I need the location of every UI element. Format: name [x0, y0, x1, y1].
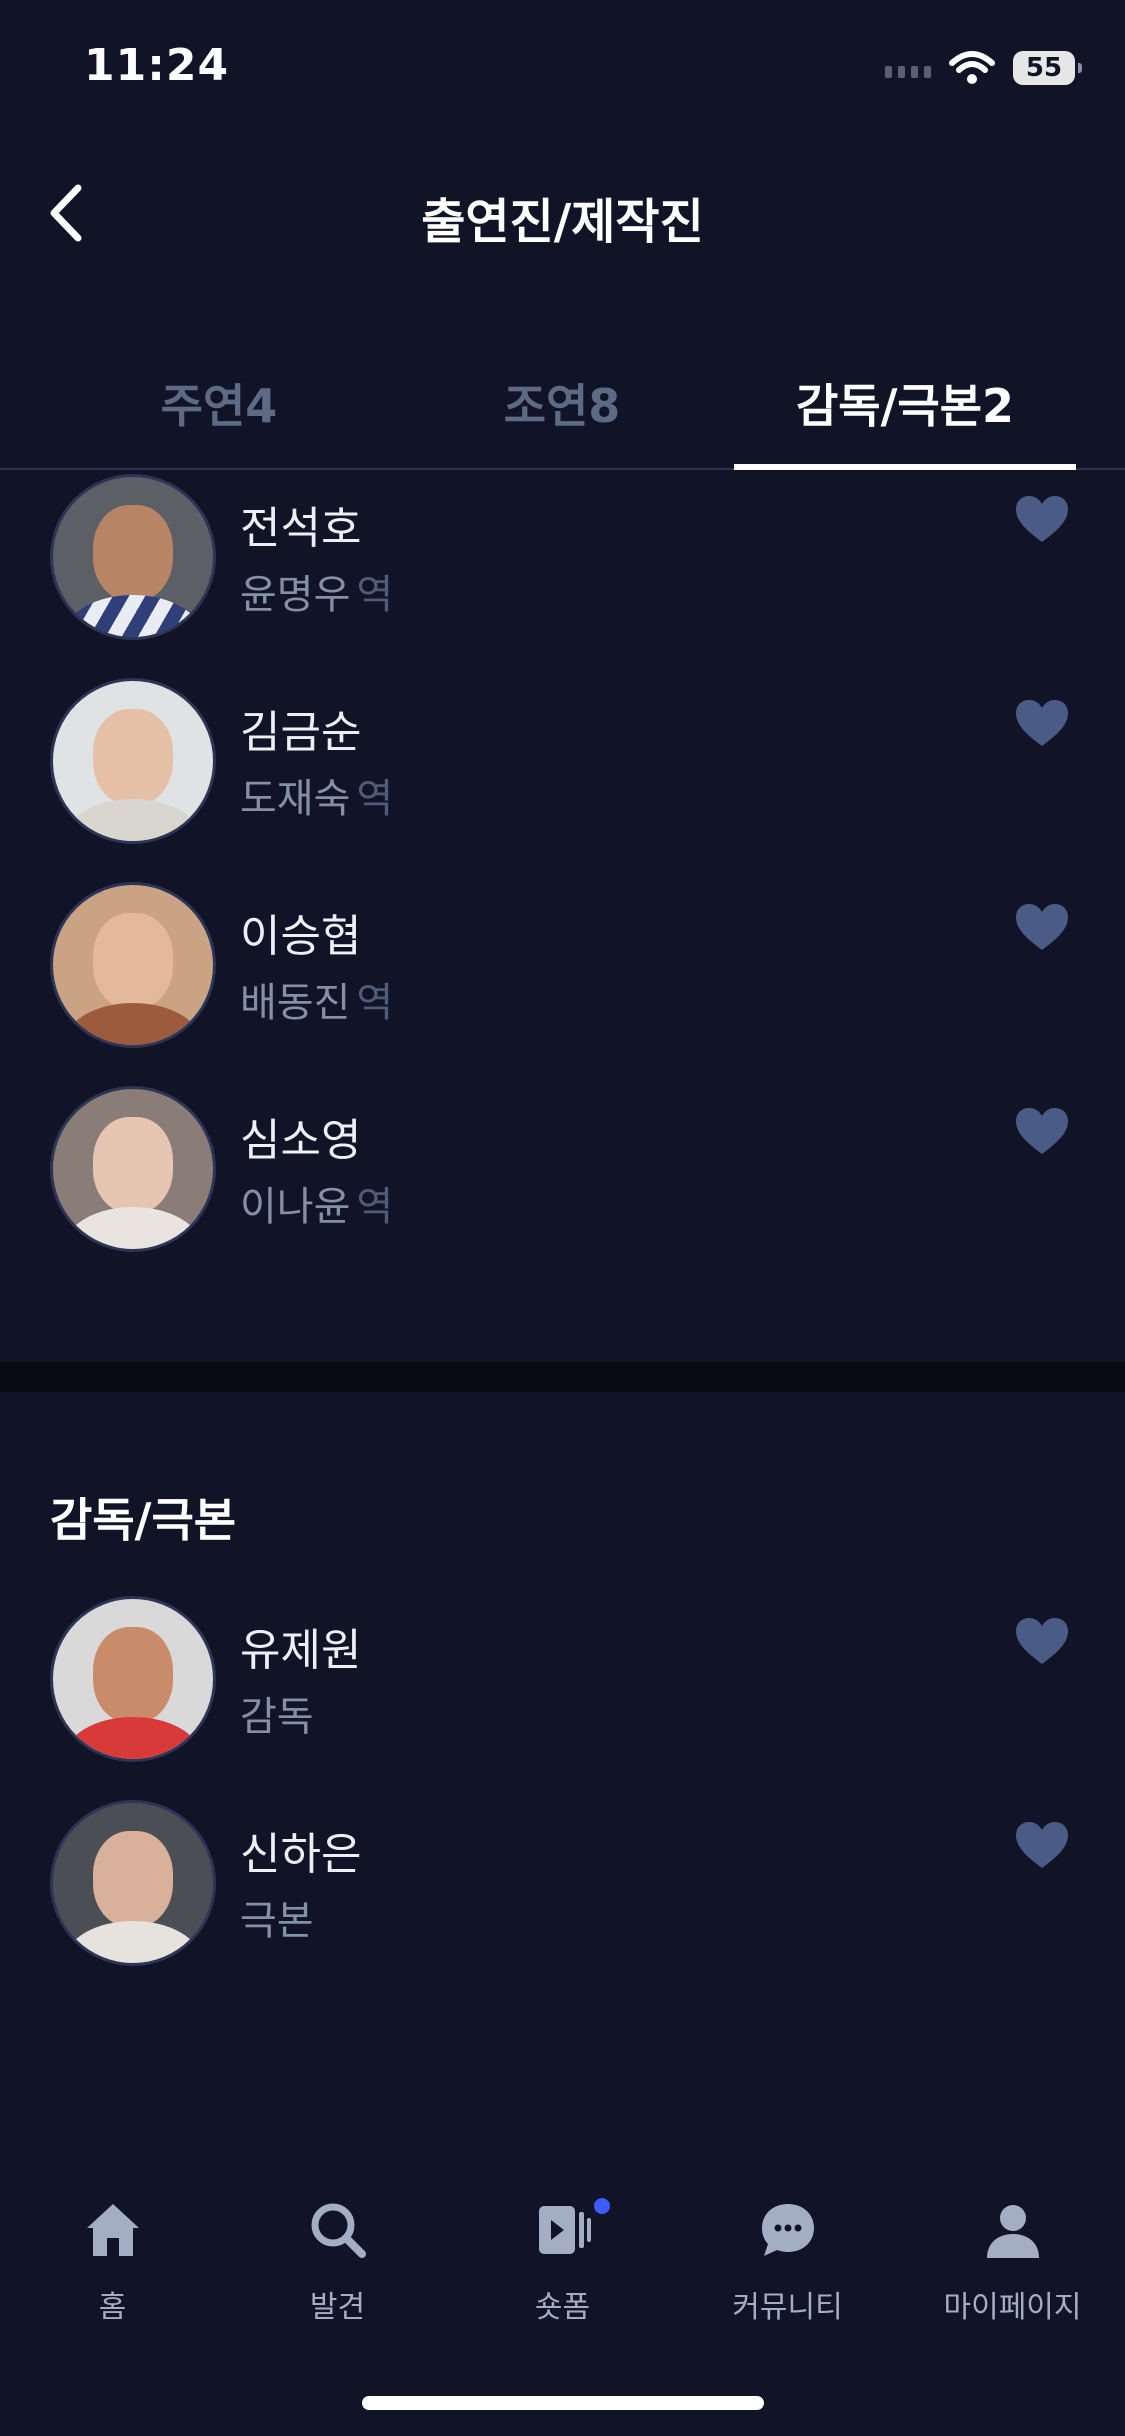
- nav-label: 마이페이지: [943, 2290, 1082, 2325]
- nav-shortform[interactable]: 숏폼: [450, 2198, 675, 2326]
- search-icon: [311, 2203, 366, 2258]
- list-item[interactable]: 김금순 도재숙 역: [0, 678, 1125, 868]
- tab-bar: 주연4 조연8 감독/극본2: [0, 360, 1125, 470]
- person-name: 김금순: [240, 707, 362, 758]
- tab-lead-cast[interactable]: 주연4: [48, 370, 390, 436]
- wifi-icon: [949, 51, 995, 84]
- nav-home[interactable]: 홈: [0, 2198, 225, 2326]
- nav-mypage[interactable]: 마이페이지: [900, 2198, 1125, 2326]
- person-role: 극본: [240, 1898, 314, 1944]
- heart-icon[interactable]: [1014, 698, 1070, 748]
- list-item[interactable]: 신하은 극본: [0, 1800, 1125, 1990]
- avatar: [50, 882, 216, 1048]
- person-role: 배동진 역: [240, 980, 394, 1026]
- person-name: 심소영: [240, 1115, 362, 1166]
- signal-icon: [885, 58, 931, 78]
- person-name: 신하은: [240, 1829, 362, 1880]
- nav-discover[interactable]: 발견: [225, 2198, 450, 2326]
- person-name: 전석호: [240, 503, 362, 554]
- notification-dot: [594, 2198, 610, 2214]
- nav-label: 홈: [98, 2290, 127, 2325]
- shortform-icon: [538, 2206, 591, 2254]
- avatar: [50, 678, 216, 844]
- chat-icon: [761, 2204, 814, 2256]
- person-name: 이승협: [240, 911, 362, 962]
- heart-icon[interactable]: [1014, 1616, 1070, 1666]
- avatar: [50, 1086, 216, 1252]
- list-item[interactable]: 전석호 윤명우 역: [0, 474, 1125, 664]
- heart-icon[interactable]: [1014, 1820, 1070, 1870]
- tab-supporting-cast[interactable]: 조연8: [391, 370, 733, 436]
- list-item[interactable]: 이승협 배동진 역: [0, 882, 1125, 1072]
- heart-icon[interactable]: [1014, 494, 1070, 544]
- person-role: 도재숙 역: [240, 776, 394, 822]
- person-name: 유제원: [240, 1625, 362, 1676]
- person-role: 감독: [240, 1694, 314, 1740]
- avatar: [50, 474, 216, 640]
- list-item[interactable]: 유제원 감독: [0, 1596, 1125, 1786]
- nav-label: 발견: [309, 2290, 366, 2325]
- nav-community[interactable]: 커뮤니티: [675, 2198, 900, 2326]
- active-tab-indicator: [734, 464, 1076, 470]
- section-title: 감독/극본: [50, 1493, 237, 1547]
- avatar: [50, 1800, 216, 1966]
- home-indicator: [362, 2396, 764, 2410]
- page-title: 출연진/제작진: [421, 194, 704, 250]
- person-icon: [986, 2205, 1039, 2258]
- heart-icon[interactable]: [1014, 902, 1070, 952]
- status-time: 11:24: [84, 40, 230, 91]
- status-indicators: 55: [885, 48, 1082, 88]
- person-role: 이나윤 역: [240, 1184, 394, 1230]
- nav-label: 커뮤니티: [732, 2290, 843, 2325]
- heart-icon[interactable]: [1014, 1106, 1070, 1156]
- battery-indicator: 55: [1013, 51, 1082, 85]
- section-divider: [0, 1362, 1125, 1392]
- list-item[interactable]: 심소영 이나윤 역: [0, 1086, 1125, 1276]
- home-icon: [86, 2204, 139, 2256]
- avatar: [50, 1596, 216, 1762]
- tab-director-writer[interactable]: 감독/극본2: [734, 370, 1076, 436]
- nav-label: 숏폼: [534, 2290, 591, 2325]
- person-role: 윤명우 역: [240, 572, 394, 618]
